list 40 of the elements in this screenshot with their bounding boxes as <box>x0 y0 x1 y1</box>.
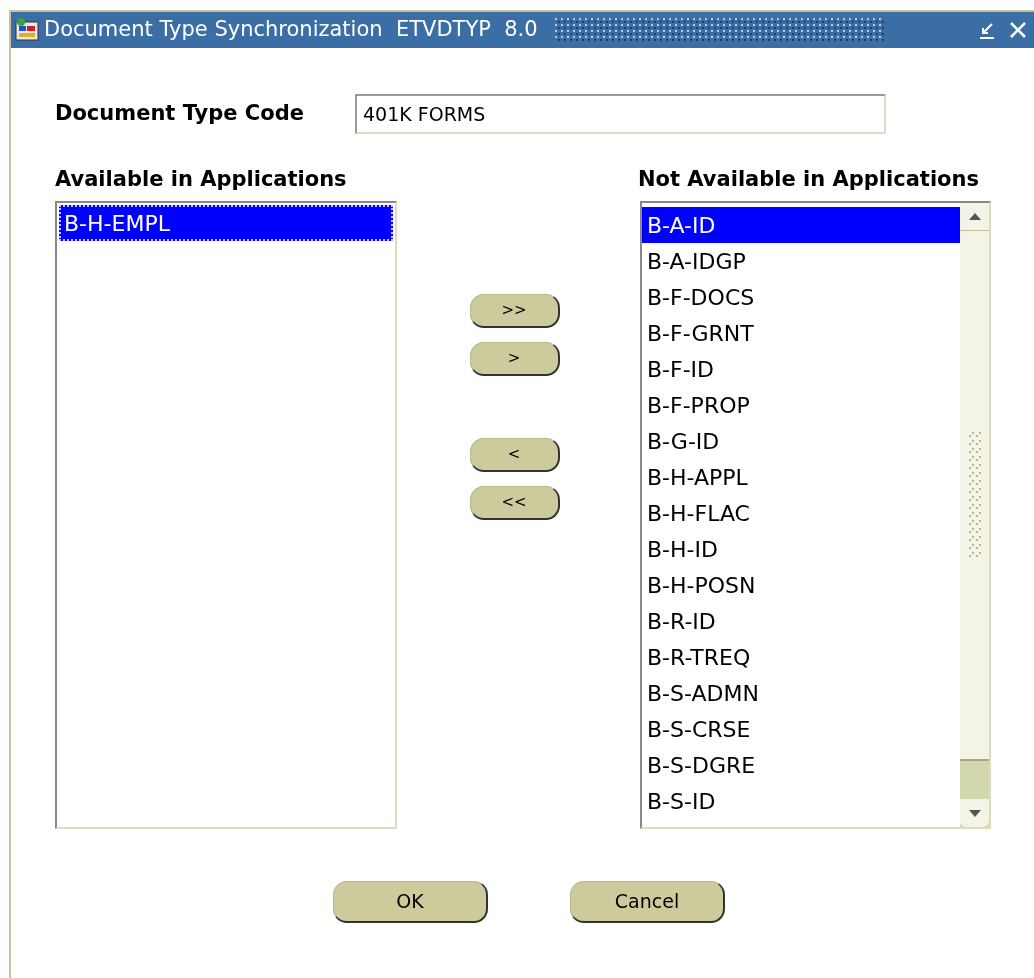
list-heading: Available in Applications <box>55 166 348 192</box>
list-item[interactable]: B-H-POSN <box>642 567 960 603</box>
scrollbar[interactable] <box>960 203 989 827</box>
pill-button[interactable]: OK <box>333 881 488 923</box>
list-item[interactable]: B-R-ID <box>642 603 960 639</box>
window-title: Document Type Synchronization ETVDTYP 8.0 <box>44 16 538 44</box>
up-arrow-icon <box>968 213 981 220</box>
list-item[interactable]: B-F-DOCS <box>642 279 960 315</box>
available-list[interactable]: B-H-EMPL <box>55 201 397 829</box>
list-item[interactable]: B-H-EMPL <box>59 205 393 241</box>
field-label: Document Type Code <box>55 100 305 128</box>
list-item[interactable]: B-F-ID <box>642 351 960 387</box>
list-item[interactable]: B-A-IDGP <box>642 243 960 279</box>
list-item[interactable]: B-A-ID <box>642 207 960 243</box>
app-icon <box>13 16 41 44</box>
list-item[interactable]: B-H-FLAC <box>642 495 960 531</box>
scroll-thumb[interactable] <box>960 231 989 761</box>
list-item[interactable]: B-F-GRNT <box>642 315 960 351</box>
list-item[interactable]: B-S-ADMN <box>642 675 960 711</box>
not-available-list[interactable]: B-A-ID B-A-IDGP B-F-DOCS B-F-GRNT B-F-ID B-F-PROP B-G-ID B-H-APPL B-H-FLAC B-H-ID B-H-POSN B-R-ID B-R-TREQ B-S-ADMN B-S-CRSE B-S-DGRE B-S-ID <box>640 201 991 829</box>
down-arrow-icon <box>968 809 981 817</box>
list-item[interactable]: B-S-DGRE <box>642 747 960 783</box>
pill-button[interactable]: << <box>469 486 560 520</box>
pill-button[interactable]: >> <box>469 294 560 328</box>
list-item[interactable]: B-H-APPL <box>642 459 960 495</box>
scroll-up-button[interactable] <box>960 203 989 231</box>
list-item[interactable]: B-H-ID <box>642 531 960 567</box>
close-icon[interactable] <box>1008 20 1028 40</box>
document-type-code-field[interactable]: 401K FORMS <box>355 94 886 134</box>
pill-button[interactable]: < <box>469 438 560 472</box>
scroll-down-button[interactable] <box>960 799 989 827</box>
pill-button[interactable]: Cancel <box>570 881 725 923</box>
list-item[interactable]: B-S-ID <box>642 783 960 819</box>
pill-button[interactable]: > <box>469 342 560 376</box>
list-item[interactable]: B-S-CRSE <box>642 711 960 747</box>
list-item[interactable]: B-F-PROP <box>642 387 960 423</box>
list-heading: Not Available in Applications <box>638 166 980 192</box>
list-item[interactable]: B-R-TREQ <box>642 639 960 675</box>
minimize-icon[interactable] <box>977 20 997 40</box>
list-item[interactable]: B-G-ID <box>642 423 960 459</box>
